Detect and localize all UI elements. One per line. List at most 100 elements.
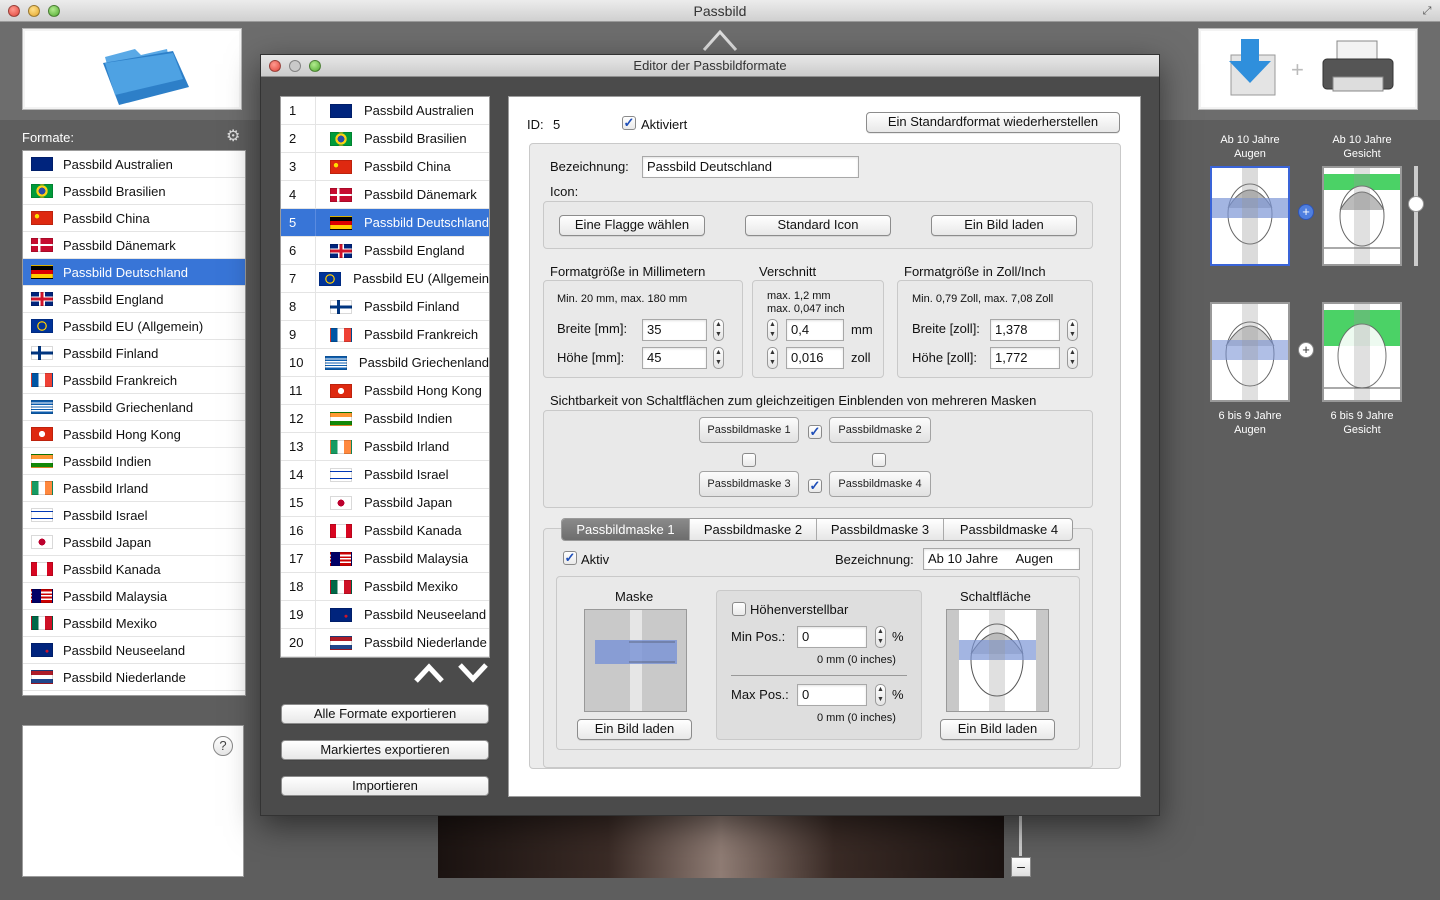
max-pos-input[interactable]: 0 — [797, 684, 867, 706]
editor-list-row[interactable]: 4 Passbild Dänemark — [281, 181, 489, 209]
height-inch-input[interactable]: 1,772 — [990, 347, 1060, 369]
button-load-image-button[interactable]: Ein Bild laden — [940, 719, 1055, 740]
mask-visibility-checkbox-1[interactable]: ✓ — [808, 425, 822, 439]
mask-thumb-adult-face[interactable] — [1322, 166, 1402, 266]
editor-list-row[interactable]: 7 Passbild EU (Allgemein — [281, 265, 489, 293]
mask-visibility-checkbox-4[interactable] — [872, 453, 886, 467]
editor-list-row[interactable]: 12 Passbild Indien — [281, 405, 489, 433]
format-list-item[interactable]: Passbild Frankreich — [23, 367, 245, 394]
format-list-item[interactable]: Passbild Kanada — [23, 556, 245, 583]
editor-list-row[interactable]: 5 Passbild Deutschland — [281, 209, 489, 237]
mask-visibility-button-2[interactable]: Passbildmaske 2 — [829, 417, 931, 443]
editor-close-button[interactable] — [269, 60, 281, 72]
format-list-item[interactable]: Passbild Australien — [23, 151, 245, 178]
editor-list-row[interactable]: 14 Passbild Israel — [281, 461, 489, 489]
mask-active-checkbox[interactable]: ✓ — [563, 551, 577, 565]
export-selected-button[interactable]: Markiertes exportieren — [281, 740, 489, 760]
format-list-item[interactable]: Passbild Finland — [23, 340, 245, 367]
close-window-button[interactable] — [8, 5, 20, 17]
combine-plus-icon[interactable]: + — [1298, 204, 1314, 220]
cut-inch-stepper[interactable]: ▲ ▼ — [767, 347, 778, 369]
editor-minimize-button[interactable] — [289, 60, 301, 72]
mask-thumb-adult-eyes[interactable] — [1210, 166, 1290, 266]
open-folder-button[interactable] — [22, 28, 242, 110]
width-inch-stepper[interactable]: ▲ ▼ — [1067, 319, 1078, 341]
width-inch-input[interactable]: 1,378 — [990, 319, 1060, 341]
tab-mask-4[interactable]: Passbildmaske 4 — [944, 519, 1072, 540]
editor-list-row[interactable]: 17 Passbild Malaysia — [281, 545, 489, 573]
max-pos-stepper[interactable]: ▲ ▼ — [875, 684, 886, 706]
zoom-out-button[interactable]: – — [1011, 857, 1031, 877]
mask-visibility-button-3[interactable]: Passbildmaske 3 — [699, 471, 799, 497]
tab-mask-3[interactable]: Passbildmaske 3 — [817, 519, 944, 540]
zoom-slider-track[interactable] — [1019, 816, 1022, 856]
cut-inch-input[interactable]: 0,016 — [786, 347, 844, 369]
mask-visibility-checkbox-3[interactable] — [742, 453, 756, 467]
height-inch-stepper[interactable]: ▲ ▼ — [1067, 347, 1078, 369]
format-list-item[interactable]: Passbild Griechenland — [23, 394, 245, 421]
mask-load-image-button[interactable]: Ein Bild laden — [577, 719, 692, 740]
tab-mask-1[interactable]: Passbildmaske 1 — [562, 519, 690, 540]
format-list-item[interactable]: Passbild Deutschland — [23, 259, 245, 286]
editor-list-row[interactable]: 1 Passbild Australien — [281, 97, 489, 125]
move-up-icon[interactable] — [413, 659, 445, 691]
restore-default-button[interactable]: Ein Standardformat wiederherstellen — [866, 112, 1120, 133]
mask-thumb-child-eyes[interactable] — [1210, 302, 1290, 402]
zoom-window-button[interactable] — [48, 5, 60, 17]
editor-list-row[interactable]: 3 Passbild China — [281, 153, 489, 181]
format-list-item[interactable]: Passbild Neuseeland — [23, 637, 245, 664]
format-list-item[interactable]: Passbild EU (Allgemein) — [23, 313, 245, 340]
thumb-scroll-track[interactable] — [1414, 166, 1418, 266]
choose-flag-button[interactable]: Eine Flagge wählen — [559, 215, 705, 236]
editor-list-row[interactable]: 19 Passbild Neuseeland — [281, 601, 489, 629]
editor-list-row[interactable]: 16 Passbild Kanada — [281, 517, 489, 545]
format-list-item[interactable]: Passbild Brasilien — [23, 178, 245, 205]
cut-mm-stepper[interactable]: ▲ ▼ — [767, 319, 778, 341]
format-list-item[interactable]: Passbild China — [23, 205, 245, 232]
editor-list-row[interactable]: 10 Passbild Griechenland — [281, 349, 489, 377]
expand-up-icon[interactable] — [700, 24, 740, 54]
minimize-window-button[interactable] — [28, 5, 40, 17]
format-list-item[interactable]: Passbild Hong Kong — [23, 421, 245, 448]
export-all-button[interactable]: Alle Formate exportieren — [281, 704, 489, 724]
help-button[interactable]: ? — [213, 736, 233, 756]
mask-visibility-button-4[interactable]: Passbildmaske 4 — [829, 471, 931, 497]
height-mm-stepper[interactable]: ▲ ▼ — [713, 347, 724, 369]
editor-list-row[interactable]: 9 Passbild Frankreich — [281, 321, 489, 349]
editor-list-row[interactable]: 13 Passbild Irland — [281, 433, 489, 461]
button-preview[interactable] — [946, 609, 1049, 712]
move-down-icon[interactable] — [457, 659, 489, 691]
editor-list-row[interactable]: 20 Passbild Niederlande — [281, 629, 489, 657]
mask-name-input[interactable]: Ab 10 Jahre Augen — [923, 548, 1080, 570]
editor-list-row[interactable]: 2 Passbild Brasilien — [281, 125, 489, 153]
mask-preview[interactable] — [584, 609, 687, 712]
thumb-slider-knob[interactable] — [1408, 196, 1424, 212]
editor-zoom-button[interactable] — [309, 60, 321, 72]
mask-thumb-child-face[interactable] — [1322, 302, 1402, 402]
height-mm-input[interactable]: 45 — [642, 347, 707, 369]
format-list-item[interactable]: Passbild Dänemark — [23, 232, 245, 259]
format-list-item[interactable]: Passbild Japan — [23, 529, 245, 556]
mask-visibility-checkbox-2[interactable]: ✓ — [808, 479, 822, 493]
format-list-item[interactable]: Passbild Indien — [23, 448, 245, 475]
min-pos-stepper[interactable]: ▲ ▼ — [875, 626, 886, 648]
cut-mm-input[interactable]: 0,4 — [786, 319, 844, 341]
editor-list-row[interactable]: 15 Passbild Japan — [281, 489, 489, 517]
tab-mask-2[interactable]: Passbildmaske 2 — [690, 519, 817, 540]
import-button[interactable]: Importieren — [281, 776, 489, 796]
width-mm-input[interactable]: 35 — [642, 319, 707, 341]
editor-list-row[interactable]: 11 Passbild Hong Kong — [281, 377, 489, 405]
fullscreen-icon[interactable]: ⤢ — [1420, 4, 1434, 18]
height-adjustable-checkbox[interactable] — [732, 602, 746, 616]
min-pos-input[interactable]: 0 — [797, 626, 867, 648]
combine-plus-icon-2[interactable]: + — [1298, 342, 1314, 358]
width-mm-stepper[interactable]: ▲ ▼ — [713, 319, 724, 341]
format-list-item[interactable]: Passbild Mexiko — [23, 610, 245, 637]
format-list-item[interactable]: Passbild Irland — [23, 475, 245, 502]
activated-checkbox[interactable]: ✓ — [622, 116, 636, 130]
editor-list-row[interactable]: 18 Passbild Mexiko — [281, 573, 489, 601]
editor-list-row[interactable]: 8 Passbild Finland — [281, 293, 489, 321]
photo-preview[interactable] — [438, 816, 1004, 878]
format-list-item[interactable]: Passbild Malaysia — [23, 583, 245, 610]
mask-visibility-button-1[interactable]: Passbildmaske 1 — [699, 417, 799, 443]
